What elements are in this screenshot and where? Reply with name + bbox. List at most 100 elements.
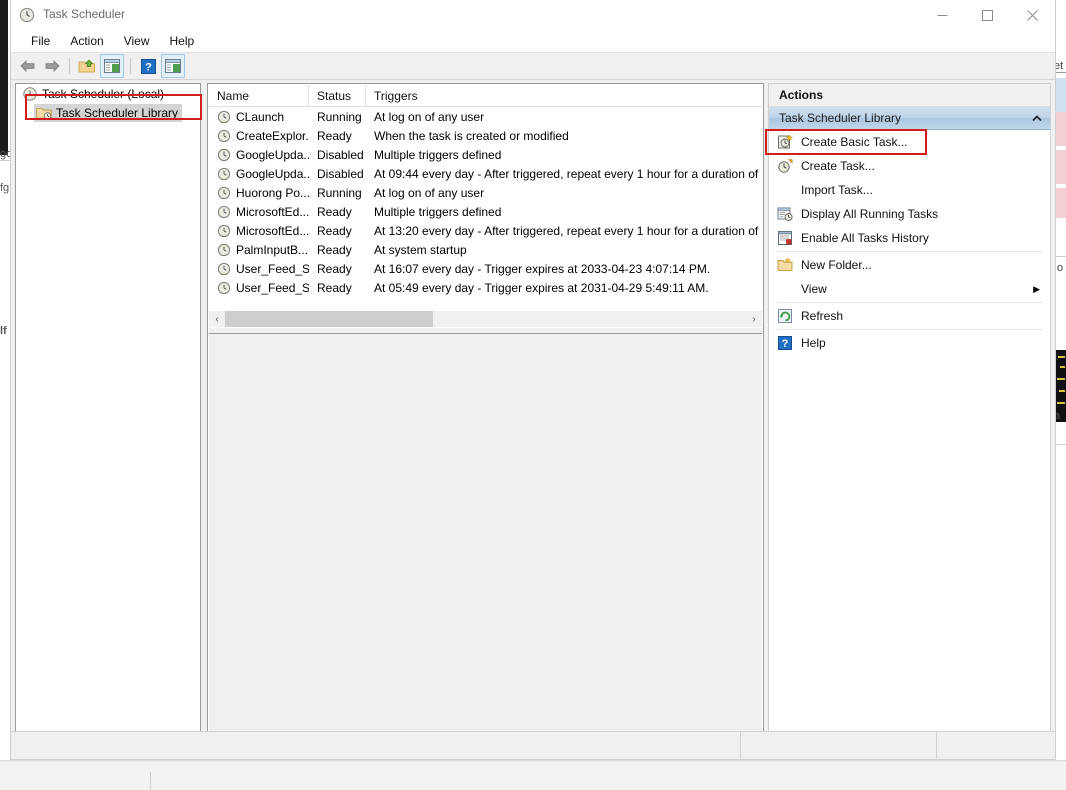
toolbar-separator — [69, 58, 70, 74]
cell-name: PalmInputB... — [209, 243, 309, 257]
task-name-label: CLaunch — [236, 109, 285, 124]
tree-item-label: Task Scheduler (Local) — [42, 86, 165, 101]
help-icon[interactable]: ? — [137, 55, 159, 77]
tree-item-task-scheduler-local[interactable]: Task Scheduler (Local) — [16, 84, 200, 103]
up-folder-icon[interactable] — [76, 55, 98, 77]
tree-item-selection[interactable]: Task Scheduler Library — [34, 103, 183, 122]
show-hide-action-pane-icon[interactable] — [161, 54, 185, 78]
menu-help[interactable]: Help — [160, 32, 205, 50]
cell-name: Huorong Po... — [209, 186, 309, 200]
table-row[interactable]: User_Feed_S... Ready At 16:07 every day - … — [209, 259, 762, 278]
actions-pane: Actions Task Scheduler Library Create Ba… — [768, 83, 1051, 756]
clock-icon — [217, 167, 231, 181]
clock-icon — [22, 86, 38, 102]
cell-name: CLaunch — [209, 110, 309, 124]
forward-icon[interactable] — [41, 55, 63, 77]
scrollbar-thumb[interactable] — [225, 311, 434, 327]
action-item-display-all-running-tasks[interactable]: Display All Running Tasks — [769, 202, 1050, 226]
show-hide-console-tree-icon[interactable] — [100, 54, 124, 78]
task-name-label: MicrosoftEd... — [236, 204, 309, 219]
actions-item-list: Create Basic Task... Create Task... Import… — [769, 130, 1050, 355]
action-item-import-task[interactable]: Import Task... — [769, 178, 1050, 202]
action-item-label: New Folder... — [801, 258, 872, 272]
column-header-triggers[interactable]: Triggers — [366, 85, 762, 106]
column-header-name[interactable]: Name — [209, 85, 309, 106]
action-item-view[interactable]: View ▶ — [769, 277, 1050, 301]
cell-triggers: At log on of any user — [374, 185, 485, 200]
actions-pane-title: Actions — [769, 84, 1050, 107]
menu-action[interactable]: Action — [60, 32, 113, 50]
menu-view[interactable]: View — [114, 32, 160, 50]
table-row[interactable]: GoogleUpda... Disabled Multiple triggers d… — [209, 145, 762, 164]
back-icon[interactable] — [17, 55, 39, 77]
action-item-help[interactable]: ? Help — [769, 331, 1050, 355]
clock-icon — [217, 205, 231, 219]
terminal-text-line — [1057, 402, 1065, 404]
table-row[interactable]: CreateExplor... Ready When the task is cre… — [209, 126, 762, 145]
task-name-label: User_Feed_S... — [236, 280, 309, 295]
table-row[interactable]: PalmInputB... Ready At system startup — [209, 240, 762, 259]
status-segment-main — [11, 732, 741, 759]
tree-item-task-scheduler-library[interactable]: Task Scheduler Library — [16, 103, 200, 122]
cell-triggers: When the task is created or modified — [374, 128, 569, 143]
running-tasks-icon — [777, 206, 793, 222]
cell-status: Ready — [317, 261, 352, 276]
task-name-label: User_Feed_S... — [236, 261, 309, 276]
action-item-enable-all-tasks-history[interactable]: Enable All Tasks History — [769, 226, 1050, 250]
submenu-arrow-icon: ▶ — [1033, 283, 1040, 294]
terminal-text-line — [1060, 366, 1065, 368]
close-button[interactable] — [1010, 0, 1055, 30]
scrollbar-track[interactable] — [225, 311, 746, 327]
maximize-button[interactable] — [965, 0, 1010, 30]
table-row[interactable]: MicrosoftEd... Ready At 13:20 every day - … — [209, 221, 762, 240]
table-row[interactable]: MicrosoftEd... Ready Multiple triggers def… — [209, 202, 762, 221]
refresh-icon — [777, 308, 793, 324]
action-item-new-folder[interactable]: New Folder... — [769, 253, 1050, 277]
minimize-button[interactable] — [920, 0, 965, 30]
svg-text:?: ? — [145, 61, 152, 73]
no-icon — [777, 182, 793, 198]
action-item-create-basic-task[interactable]: Create Basic Task... — [769, 130, 1050, 154]
action-item-label: View — [801, 282, 827, 296]
task-name-label: PalmInputB... — [236, 242, 309, 257]
action-item-refresh[interactable]: Refresh — [769, 304, 1050, 328]
table-row[interactable]: GoogleUpda... Disabled At 09:44 every day … — [209, 164, 762, 183]
cell-triggers: At system startup — [374, 242, 467, 257]
cell-name: MicrosoftEd... — [209, 205, 309, 219]
chevron-up-icon[interactable] — [1032, 111, 1042, 125]
toolbar: ? — [11, 53, 1055, 80]
cell-triggers: At 13:20 every day - After triggered, re… — [374, 223, 759, 238]
cell-status: Ready — [317, 223, 352, 238]
task-list-horizontal-scrollbar[interactable]: ‹ › — [209, 311, 762, 327]
cell-status: Ready — [317, 242, 352, 257]
action-item-create-task[interactable]: Create Task... — [769, 154, 1050, 178]
column-header-status[interactable]: Status — [309, 85, 366, 106]
action-item-label: Help — [801, 336, 826, 350]
table-row[interactable]: Huorong Po... Running At log on of any use… — [209, 183, 762, 202]
table-row[interactable]: User_Feed_S... Ready At 05:49 every day - … — [209, 278, 762, 297]
task-list-container: Name Status Triggers CLaunch Running At lo… — [209, 85, 762, 328]
menu-file[interactable]: File — [21, 32, 60, 50]
cell-triggers: Multiple triggers defined — [374, 147, 502, 162]
action-item-label: Enable All Tasks History — [801, 231, 929, 245]
actions-group-header[interactable]: Task Scheduler Library — [769, 107, 1050, 130]
task-list-header: Name Status Triggers — [209, 85, 762, 107]
status-segment-3 — [937, 732, 1055, 759]
task-scheduler-window: Task Scheduler File Action View Help ? T… — [10, 0, 1056, 760]
cell-name: CreateExplor... — [209, 129, 309, 143]
no-icon — [777, 281, 793, 297]
cell-triggers: At 05:49 every day - Trigger expires at … — [374, 280, 709, 295]
actions-separator — [777, 302, 1042, 303]
desktop-bottom-divider — [0, 760, 1066, 761]
table-row[interactable]: CLaunch Running At log on of any user — [209, 107, 762, 126]
scroll-left-icon[interactable]: ‹ — [209, 311, 225, 327]
task-name-label: GoogleUpda... — [236, 147, 309, 162]
task-list-rows: CLaunch Running At log on of any user Creat… — [209, 107, 762, 297]
actions-separator — [777, 251, 1042, 252]
create-basic-task-icon — [777, 134, 793, 150]
cell-triggers: At 16:07 every day - Trigger expires at … — [374, 261, 711, 276]
cell-status: Running — [317, 109, 362, 124]
scroll-right-icon[interactable]: › — [746, 311, 762, 327]
clock-icon — [19, 7, 35, 23]
status-bar — [11, 731, 1055, 759]
